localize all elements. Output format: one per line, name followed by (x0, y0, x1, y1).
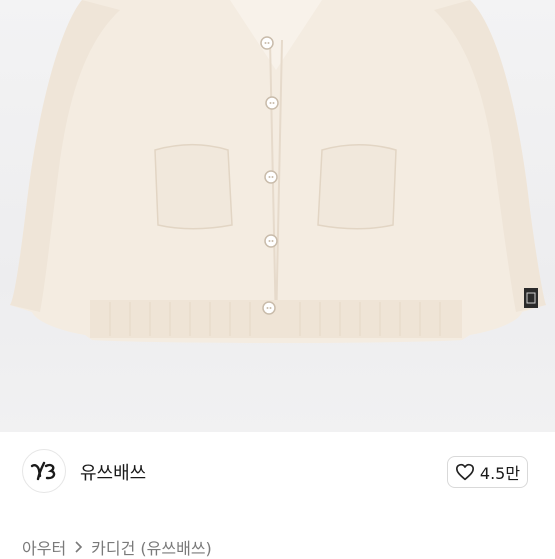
breadcrumb-item-cardigan[interactable]: 카디건 (유쓰배쓰) (91, 535, 212, 559)
chevron-right-icon (75, 541, 83, 553)
brand-row[interactable]: 유쓰배쓰 4.5만 (0, 440, 555, 502)
yb-logo-icon[interactable] (22, 449, 66, 493)
brand-name[interactable]: 유쓰배쓰 (80, 459, 146, 485)
like-count: 4.5만 (479, 464, 521, 483)
like-button[interactable]: 4.5만 (447, 456, 528, 488)
breadcrumb: 아우터 카디건 (유쓰배쓰) (22, 535, 212, 559)
heart-icon (455, 463, 474, 481)
cardigan-illustration (10, 0, 546, 343)
breadcrumb-item-outer[interactable]: 아우터 (22, 535, 66, 559)
product-image[interactable] (0, 0, 555, 432)
